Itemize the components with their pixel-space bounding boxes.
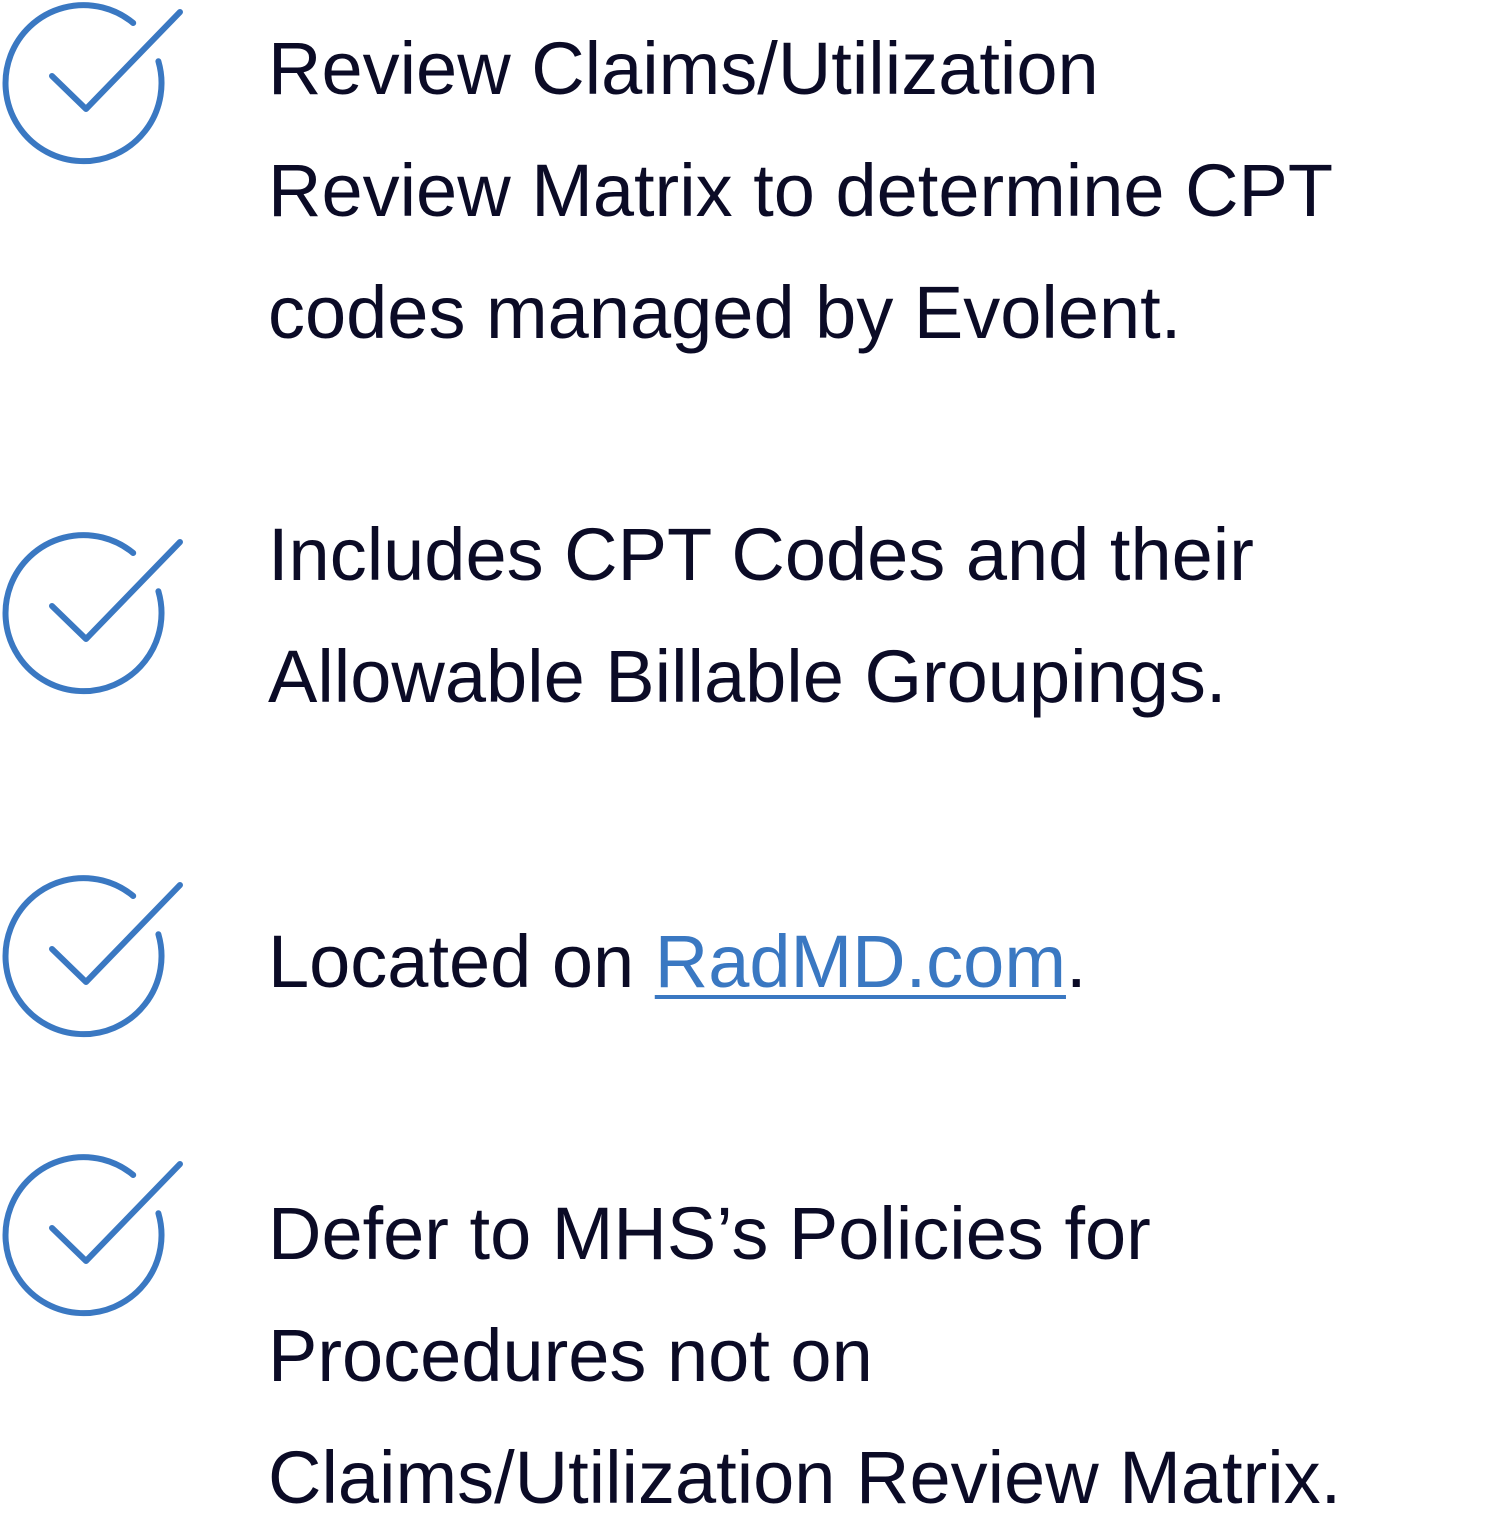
checklist-item-text: Review Claims/Utilization Review Matrix … (268, 8, 1333, 374)
text-line: Review Claims/Utilization (268, 27, 1099, 110)
text-line: codes managed by Evolent. (268, 271, 1182, 354)
text-line: Located on RadMD.com. (268, 901, 1087, 1023)
text-line: Review Matrix to determine CPT (268, 149, 1334, 232)
text-line: Allowable Billable Groupings. (268, 635, 1227, 718)
period-text: . (1065, 920, 1087, 1003)
check-circle-icon (0, 1152, 190, 1322)
check-circle-icon (0, 530, 190, 700)
checklist-item-text: Includes CPT Codes and their Allowable B… (268, 494, 1254, 738)
text-line: Defer to MHS’s Policies for (268, 1192, 1151, 1275)
text-line: Procedures not on (268, 1314, 873, 1397)
check-circle-icon (0, 0, 190, 170)
checklist-item-text: Located on RadMD.com. (268, 901, 1087, 1023)
located-on-text: Located on (268, 920, 655, 1003)
text-line: Claims/Utilization Review Matrix. (268, 1436, 1342, 1519)
check-circle-icon (0, 873, 190, 1043)
radmd-link[interactable]: RadMD.com (655, 920, 1066, 1003)
text-line: Includes CPT Codes and their (268, 513, 1254, 596)
checklist-item-text: Defer to MHS’s Policies for Procedures n… (268, 1173, 1341, 1539)
